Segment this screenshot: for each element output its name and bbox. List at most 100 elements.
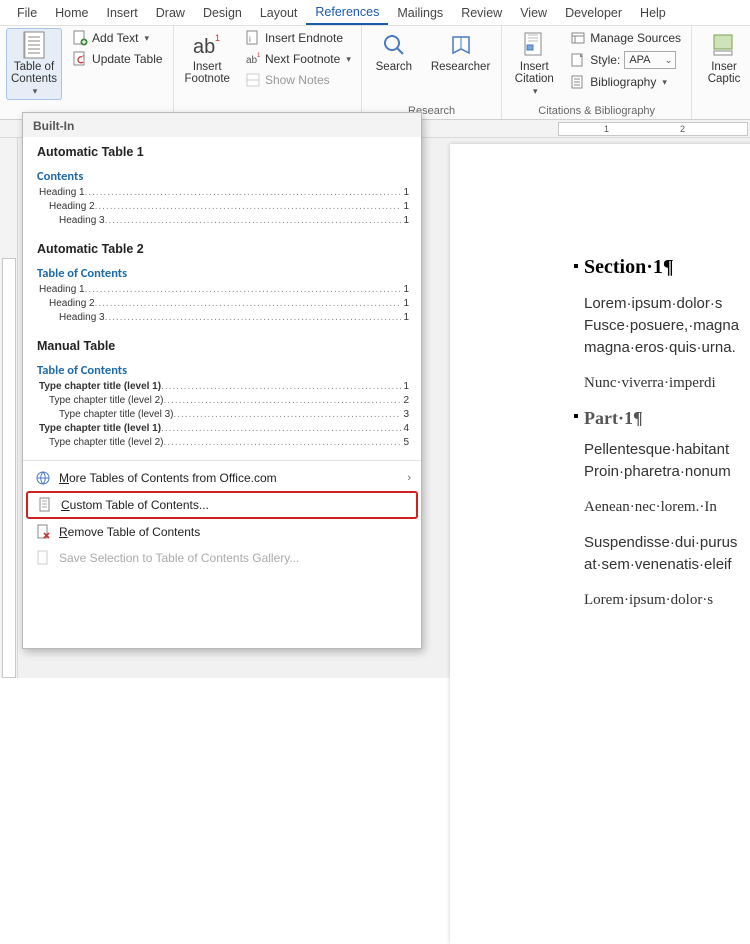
body-text[interactable]: Nunc·viverra·imperdi <box>584 373 750 394</box>
toc-entry: Heading 21 <box>39 200 409 214</box>
svg-text:1: 1 <box>215 33 220 43</box>
gallery-manual[interactable]: Manual Table Table of Contents Type chap… <box>23 331 421 456</box>
search-icon <box>380 31 408 59</box>
insert-citation-button[interactable]: Insert Citation ▾ <box>508 28 560 100</box>
menu-draw[interactable]: Draw <box>147 2 194 24</box>
toc-entry: Type chapter title (level 2)5 <box>39 436 409 450</box>
menu-references[interactable]: References <box>306 1 388 25</box>
menu-home[interactable]: Home <box>46 2 97 24</box>
paragraph-marker <box>574 264 578 268</box>
style-select[interactable]: APA⌄ <box>624 51 676 69</box>
document-page[interactable]: Section·1¶ Lorem·ipsum·dolor·sFusce·posu… <box>450 144 750 944</box>
chevron-down-icon: ▾ <box>145 33 150 44</box>
save-gallery-icon <box>35 550 51 566</box>
menu-developer[interactable]: Developer <box>556 2 631 24</box>
researcher-label: Researcher <box>431 61 490 73</box>
body-text[interactable]: Aenean·nec·lorem.·In <box>584 497 750 518</box>
menu-design[interactable]: Design <box>194 2 251 24</box>
heading-section[interactable]: Section·1¶ <box>584 256 750 279</box>
menu-file[interactable]: File <box>8 2 46 24</box>
svg-text:ab: ab <box>246 55 258 66</box>
search-label: Search <box>376 61 412 73</box>
body-text[interactable]: Lorem·ipsum·dolor·sFusce·posuere,·magnam… <box>584 293 750 359</box>
custom-toc-menuitem[interactable]: Custom Table of Contents... <box>26 491 418 519</box>
menu-insert[interactable]: Insert <box>98 2 147 24</box>
toc-label: Table of Contents ▾ <box>11 61 57 97</box>
globe-icon <box>35 470 51 486</box>
add-text-icon <box>72 30 88 46</box>
toc-dropdown-panel: Built-In Automatic Table 1 Contents Head… <box>22 112 422 649</box>
ribbon-group-captions: Inser Captic <box>692 26 750 119</box>
save-selection-menuitem: Save Selection to Table of Contents Gall… <box>23 545 421 571</box>
caption-label: Inser Captic <box>708 61 741 85</box>
gallery-auto1[interactable]: Automatic Table 1 Contents Heading 11Hea… <box>23 137 421 234</box>
chevron-down-icon: ▾ <box>662 77 667 88</box>
toc-header: Contents <box>23 163 421 184</box>
doc-icon <box>37 497 53 513</box>
toc-entry: Heading 11 <box>39 283 409 297</box>
toc-entry: Type chapter title (level 1)1 <box>39 380 409 394</box>
more-toc-menuitem[interactable]: More Tables of Contents from Office.com … <box>23 465 421 491</box>
show-notes-button: Show Notes <box>241 70 355 90</box>
update-table-button[interactable]: Update Table <box>68 49 167 69</box>
toc-entry: Type chapter title (level 2)2 <box>39 394 409 408</box>
toc-header: Table of Contents <box>23 260 421 281</box>
ribbon-group-research: Search Researcher Research <box>362 26 502 119</box>
bibliography-icon <box>570 74 586 90</box>
toc-entry: Heading 31 <box>39 214 409 228</box>
vertical-ruler[interactable] <box>0 138 18 678</box>
chevron-down-icon: ▾ <box>533 86 538 96</box>
style-selector[interactable]: Style: APA⌄ <box>566 49 685 71</box>
manage-sources-button[interactable]: Manage Sources <box>566 28 685 48</box>
body-text[interactable]: Lorem·ipsum·dolor·s <box>584 590 750 611</box>
menu-view[interactable]: View <box>511 2 556 24</box>
body-text[interactable]: Pellentesque·habitantProin·pharetra·nonu… <box>584 439 750 483</box>
toc-entry: Heading 31 <box>39 311 409 325</box>
gallery-auto2[interactable]: Automatic Table 2 Table of Contents Head… <box>23 234 421 331</box>
insert-footnote-button[interactable]: ab1 Insert Footnote <box>180 28 235 88</box>
researcher-icon <box>447 31 475 59</box>
endnote-icon: i <box>245 30 261 46</box>
add-text-button[interactable]: Add Text▾ <box>68 28 167 48</box>
bibliography-button[interactable]: Bibliography▾ <box>566 72 685 92</box>
insert-caption-button[interactable]: Inser Captic <box>698 28 750 88</box>
menu-review[interactable]: Review <box>452 2 511 24</box>
style-icon <box>570 52 586 68</box>
manage-sources-icon <box>570 30 586 46</box>
svg-text:i: i <box>249 35 251 44</box>
chevron-right-icon: › <box>407 472 411 484</box>
search-button[interactable]: Search <box>368 28 420 76</box>
svg-text:ab: ab <box>193 36 215 57</box>
gallery-title: Automatic Table 1 <box>23 137 421 163</box>
table-of-contents-button[interactable]: Table of Contents ▾ <box>6 28 62 100</box>
ribbon: Table of Contents ▾ Add Text▾ Update Tab… <box>0 26 750 120</box>
menu-mailings[interactable]: Mailings <box>388 2 452 24</box>
next-footnote-icon: ab1 <box>245 51 261 67</box>
ribbon-group-footnotes: ab1 Insert Footnote i Insert Endnote ab1… <box>174 26 362 119</box>
body-text[interactable]: Suspendisse·dui·purusat·sem·venenatis·el… <box>584 532 750 576</box>
footnote-icon: ab1 <box>193 31 221 59</box>
toc-entry: Heading 11 <box>39 186 409 200</box>
gallery-title: Manual Table <box>23 331 421 357</box>
menu-layout[interactable]: Layout <box>251 2 307 24</box>
caption-icon <box>710 31 738 59</box>
toc-entry: Heading 21 <box>39 297 409 311</box>
group-label-citations: Citations & Bibliography <box>508 105 685 119</box>
ribbon-group-toc: Table of Contents ▾ Add Text▾ Update Tab… <box>0 26 174 119</box>
svg-text:1: 1 <box>257 53 261 59</box>
toc-icon <box>20 31 48 59</box>
insert-endnote-button[interactable]: i Insert Endnote <box>241 28 355 48</box>
researcher-button[interactable]: Researcher <box>426 28 495 76</box>
remove-toc-menuitem[interactable]: Remove Table of Contents <box>23 519 421 545</box>
menu-help[interactable]: Help <box>631 2 675 24</box>
next-footnote-button[interactable]: ab1 Next Footnote▾ <box>241 49 355 69</box>
panel-section-builtin: Built-In <box>23 113 421 137</box>
toc-entry: Type chapter title (level 3)3 <box>39 408 409 422</box>
ribbon-group-citations: Insert Citation ▾ Manage Sources Style: … <box>502 26 692 119</box>
update-icon <box>72 51 88 67</box>
gallery-title: Automatic Table 2 <box>23 234 421 260</box>
citation-label: Insert Citation ▾ <box>513 61 555 97</box>
heading-part[interactable]: Part·1¶ <box>584 408 750 429</box>
toc-entry: Type chapter title (level 1)4 <box>39 422 409 436</box>
menubar: FileHomeInsertDrawDesignLayoutReferences… <box>0 0 750 26</box>
